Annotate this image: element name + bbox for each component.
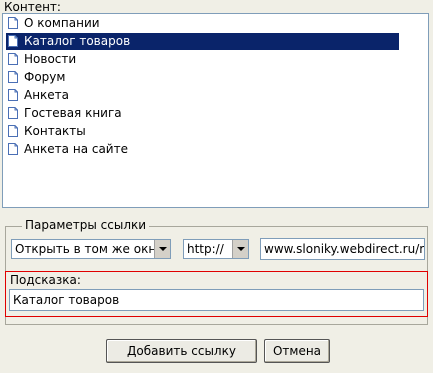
list-item-label: Анкета на сайте	[24, 142, 128, 156]
link-params-legend: Параметры ссылки	[22, 218, 150, 232]
chevron-down-icon[interactable]	[232, 240, 248, 258]
list-item[interactable]: О компании	[6, 15, 100, 32]
list-item-selected[interactable]: Каталог товаров	[6, 33, 399, 50]
document-icon	[8, 71, 18, 83]
content-label: Контент:	[4, 0, 61, 14]
list-item-label: Контакты	[24, 124, 86, 138]
document-icon	[8, 125, 18, 137]
chevron-down-icon[interactable]	[154, 240, 170, 258]
document-icon	[8, 35, 18, 47]
list-item-label: Новости	[24, 52, 77, 66]
cancel-button[interactable]: Отмена	[264, 339, 330, 363]
list-item[interactable]: Новости	[6, 51, 76, 68]
list-item-label: Каталог товаров	[24, 34, 131, 48]
list-item[interactable]: Форум	[6, 69, 65, 86]
list-item[interactable]: Анкета на сайте	[6, 141, 128, 158]
document-icon	[8, 53, 18, 65]
add-link-button[interactable]: Добавить ссылку	[106, 339, 257, 363]
url-input[interactable]: www.sloniky.webdirect.ru/ru	[260, 238, 425, 260]
list-item[interactable]: Контакты	[6, 123, 86, 140]
list-item-label: Анкета	[24, 88, 70, 102]
hint-box: Подсказка: Каталог товаров	[5, 271, 428, 317]
list-item-label: О компании	[24, 16, 100, 30]
protocol-select-value: http://	[187, 242, 224, 256]
target-select[interactable]: Открыть в том же окне	[11, 239, 171, 259]
document-icon	[8, 89, 18, 101]
protocol-select[interactable]: http://	[183, 239, 249, 259]
content-pages-listbox[interactable]: О компании Каталог товаров Новости Форум…	[2, 13, 429, 208]
url-input-value: www.sloniky.webdirect.ru/ru	[264, 242, 425, 256]
document-icon	[8, 17, 18, 29]
target-select-value: Открыть в том же окне	[15, 242, 164, 256]
list-item[interactable]: Анкета	[6, 87, 69, 104]
document-icon	[8, 107, 18, 119]
document-icon	[8, 143, 18, 155]
list-item[interactable]: Гостевая книга	[6, 105, 122, 122]
hint-label: Подсказка:	[10, 273, 81, 287]
hint-input[interactable]: Каталог товаров	[9, 289, 424, 311]
list-item-label: Гостевая книга	[24, 106, 122, 120]
hint-input-value: Каталог товаров	[13, 293, 120, 307]
list-item-label: Форум	[24, 70, 66, 84]
